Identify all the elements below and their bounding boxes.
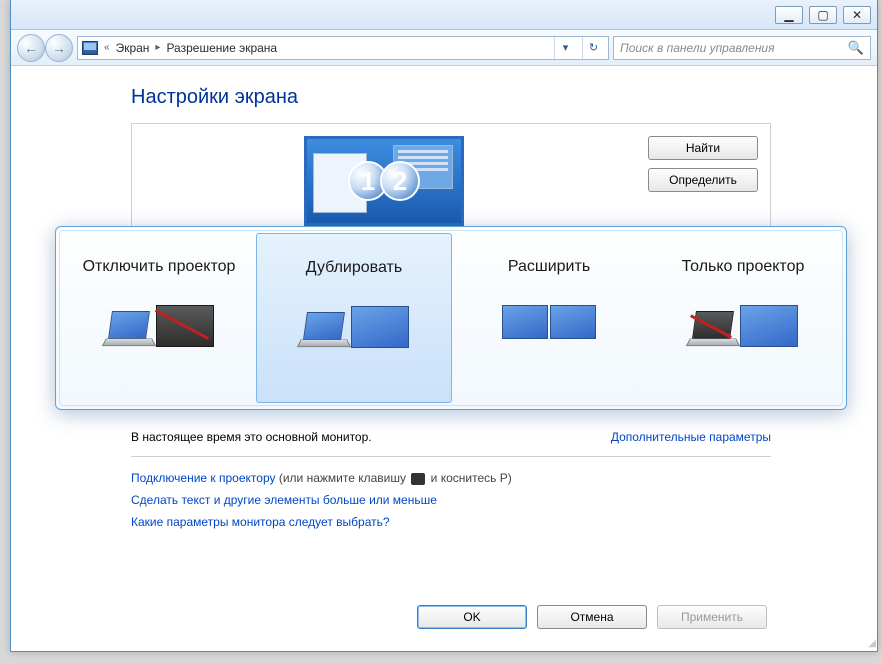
option-projector-only[interactable]: Только проектор bbox=[646, 233, 840, 403]
option-graphic bbox=[299, 306, 409, 348]
option-disconnect-projector[interactable]: Отключить проектор bbox=[62, 233, 256, 403]
address-dropdown-button[interactable]: ▾ bbox=[554, 37, 576, 59]
minimize-button[interactable]: ▁ bbox=[775, 6, 803, 24]
ok-button[interactable]: OK bbox=[417, 605, 527, 629]
text-size-link[interactable]: Сделать текст и другие элементы больше и… bbox=[131, 493, 437, 507]
page-title: Настройки экрана bbox=[131, 86, 877, 109]
divider bbox=[131, 456, 771, 457]
projection-mode-popup: Отключить проектор Дублировать Расширить… bbox=[55, 226, 847, 410]
lower-content: В настоящее время это основной монитор. … bbox=[131, 424, 771, 533]
window-frame: ▁ ▢ ✕ ← → « Экран ▸ Разрешение экрана ▾ … bbox=[10, 0, 878, 652]
identify-button[interactable]: Определить bbox=[648, 168, 758, 192]
option-label: Расширить bbox=[508, 247, 590, 287]
advanced-settings-link[interactable]: Дополнительные параметры bbox=[611, 430, 771, 444]
resize-grip-icon[interactable]: ◢ bbox=[868, 638, 875, 649]
close-button[interactable]: ✕ bbox=[843, 6, 871, 24]
connect-projector-hint-a: (или нажмите клавишу bbox=[276, 471, 410, 485]
option-graphic bbox=[104, 305, 214, 347]
windows-key-icon bbox=[411, 473, 425, 485]
nav-bar: ← → « Экран ▸ Разрешение экрана ▾ ↻ Поис… bbox=[11, 30, 877, 66]
nav-forward-button[interactable]: → bbox=[45, 34, 73, 62]
option-label: Дублировать bbox=[306, 248, 402, 288]
monitor-help-link[interactable]: Какие параметры монитора следует выбрать… bbox=[131, 515, 390, 529]
breadcrumb-chevron-icon: ▸ bbox=[155, 42, 160, 53]
dialog-buttons: OK Отмена Применить bbox=[417, 605, 767, 629]
breadcrumb-item-resolution[interactable]: Разрешение экрана bbox=[166, 41, 277, 55]
option-duplicate[interactable]: Дублировать bbox=[256, 233, 452, 403]
address-bar[interactable]: « Экран ▸ Разрешение экрана ▾ ↻ bbox=[77, 36, 609, 60]
refresh-button[interactable]: ↻ bbox=[582, 37, 604, 59]
display-number-2: 2 bbox=[380, 161, 420, 201]
search-input[interactable]: Поиск в панели управления 🔍 bbox=[613, 36, 871, 60]
cancel-button[interactable]: Отмена bbox=[537, 605, 647, 629]
breadcrumb-item-screen[interactable]: Экран bbox=[116, 41, 150, 55]
find-button[interactable]: Найти bbox=[648, 136, 758, 160]
primary-monitor-status: В настоящее время это основной монитор. bbox=[131, 430, 372, 444]
maximize-button[interactable]: ▢ bbox=[809, 6, 837, 24]
option-label: Только проектор bbox=[682, 247, 805, 287]
apply-button: Применить bbox=[657, 605, 767, 629]
option-graphic bbox=[688, 305, 798, 347]
option-label: Отключить проектор bbox=[83, 247, 236, 287]
search-icon: 🔍 bbox=[848, 40, 864, 56]
search-placeholder: Поиск в панели управления bbox=[620, 41, 775, 55]
option-graphic bbox=[502, 305, 596, 339]
display-thumbnail[interactable]: 1 2 bbox=[304, 136, 464, 226]
connect-projector-link[interactable]: Подключение к проектору bbox=[131, 471, 276, 485]
connect-projector-hint-b: и коснитесь P) bbox=[427, 471, 511, 485]
option-extend[interactable]: Расширить bbox=[452, 233, 646, 403]
control-panel-icon bbox=[82, 41, 98, 55]
nav-back-button[interactable]: ← bbox=[17, 34, 45, 62]
title-bar: ▁ ▢ ✕ bbox=[11, 0, 877, 30]
breadcrumb-chevron-icon: « bbox=[104, 42, 110, 53]
